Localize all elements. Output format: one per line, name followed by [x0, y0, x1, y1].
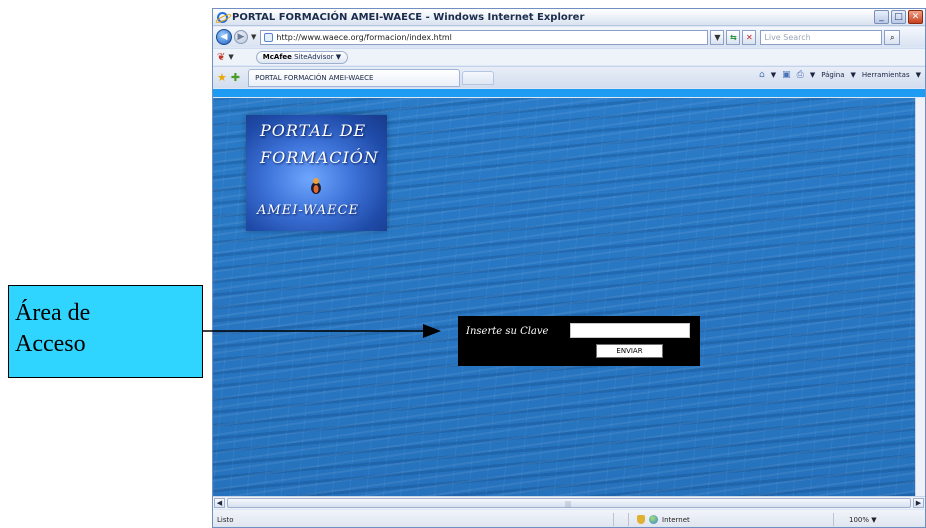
- favorites-star-icon[interactable]: ★: [217, 71, 227, 84]
- status-divider: [613, 513, 614, 526]
- send-button[interactable]: ENVIAR: [596, 344, 663, 358]
- shield-icon: [637, 515, 645, 524]
- status-text: Listo: [217, 516, 234, 524]
- login-box: Inserte su Clave ENVIAR: [458, 316, 700, 366]
- addon-dropdown[interactable]: ▼: [228, 53, 233, 61]
- page-content: PORTAL DE FORMACIÓN AMEI-WAECE Inserte s…: [213, 98, 915, 496]
- address-dropdown-button[interactable]: ▼: [710, 29, 725, 45]
- callout-box: Área de Acceso: [8, 285, 203, 378]
- chevron-down-icon[interactable]: ▼: [771, 71, 776, 79]
- recent-pages-dropdown[interactable]: ▼: [251, 33, 256, 41]
- security-zone[interactable]: Internet: [637, 515, 690, 524]
- address-bar[interactable]: http://www.waece.org/formacion/index.htm…: [260, 29, 709, 45]
- chevron-down-icon[interactable]: ▼: [916, 71, 921, 79]
- window-controls: _ □ ✕: [874, 10, 923, 24]
- home-page-icon[interactable]: ❦: [217, 52, 225, 63]
- zoom-level[interactable]: 100% ▼: [849, 516, 877, 524]
- add-favorites-icon[interactable]: ✚: [231, 71, 240, 84]
- back-button[interactable]: ◀: [216, 29, 232, 45]
- callout-line-1: Área de: [15, 300, 91, 326]
- internet-explorer-icon: [217, 11, 228, 23]
- home-icon[interactable]: ⌂: [759, 70, 765, 80]
- close-button[interactable]: ✕: [908, 10, 923, 24]
- addon-toolbar: ❦ ▼ McAfee SiteAdvisor ▼: [213, 48, 925, 65]
- window-title: PORTAL FORMACIÓN AMEI-WAECE - Windows In…: [232, 11, 585, 23]
- scrollbar-thumb[interactable]: |||: [227, 498, 911, 508]
- scrollbar-grip: |||: [565, 501, 572, 508]
- search-icon[interactable]: ⌕: [884, 29, 901, 45]
- chevron-down-icon: ▼: [335, 52, 342, 61]
- zoom-value: 100%: [849, 516, 870, 524]
- page-icon: [264, 32, 274, 42]
- page-menu[interactable]: Página: [821, 71, 844, 79]
- mcafee-product: SiteAdvisor: [294, 52, 334, 61]
- vertical-scrollbar[interactable]: [915, 98, 925, 496]
- page-top-strip: [213, 89, 925, 97]
- command-bar: ⌂ ▼ ▣ ⎙ ▼ Página ▼ Herramientas ▼: [759, 70, 921, 80]
- minimize-button[interactable]: _: [874, 10, 889, 24]
- title-bar[interactable]: PORTAL FORMACIÓN AMEI-WAECE - Windows In…: [213, 9, 925, 26]
- logo-line-2: FORMACIÓN: [260, 148, 379, 167]
- scroll-right-arrow-icon[interactable]: ▶: [913, 498, 924, 508]
- portal-logo: PORTAL DE FORMACIÓN AMEI-WAECE: [246, 115, 387, 231]
- new-tab-button[interactable]: [462, 70, 495, 85]
- logo-line-1: PORTAL DE: [260, 121, 367, 140]
- stop-button[interactable]: ✕: [742, 29, 757, 45]
- logo-line-3: AMEI-WAECE: [257, 203, 360, 218]
- scroll-left-arrow-icon[interactable]: ◀: [214, 498, 225, 508]
- mcafee-siteadvisor-button[interactable]: McAfee SiteAdvisor ▼: [255, 50, 349, 64]
- callout-line-2: Acceso: [15, 331, 86, 357]
- chevron-down-icon: ▼: [871, 516, 877, 524]
- tab-portal-formacion[interactable]: PORTAL FORMACIÓN AMEI-WAECE: [248, 68, 461, 87]
- refresh-button[interactable]: ⇆: [726, 29, 741, 45]
- key-label: Inserte su Clave: [466, 326, 549, 337]
- feeds-icon[interactable]: ▣: [782, 70, 791, 80]
- status-divider: [833, 513, 834, 526]
- print-icon[interactable]: ⎙: [797, 70, 804, 80]
- navigation-bar: ◀ ▶ ▼ http://www.waece.org/formacion/ind…: [213, 27, 925, 47]
- tab-bar: ★ ✚ PORTAL FORMACIÓN AMEI-WAECE ⌂ ▼ ▣ ⎙ …: [213, 66, 925, 88]
- address-text: http://www.waece.org/formacion/index.htm…: [276, 32, 452, 42]
- logo-figure-icon: [311, 178, 321, 194]
- screenshot-stage: PORTAL FORMACIÓN AMEI-WAECE - Windows In…: [0, 0, 926, 528]
- search-input[interactable]: Live Search: [760, 29, 883, 45]
- chevron-down-icon[interactable]: ▼: [810, 71, 815, 79]
- maximize-button[interactable]: □: [891, 10, 906, 24]
- forward-button[interactable]: ▶: [234, 30, 248, 44]
- browser-window: PORTAL FORMACIÓN AMEI-WAECE - Windows In…: [212, 8, 926, 528]
- status-bar: Listo Internet 100% ▼: [213, 510, 925, 527]
- tools-menu[interactable]: Herramientas: [862, 71, 910, 79]
- chevron-down-icon[interactable]: ▼: [851, 71, 856, 79]
- zone-label: Internet: [662, 515, 690, 524]
- status-divider: [628, 513, 629, 526]
- horizontal-scrollbar[interactable]: ◀ ||| ▶: [213, 496, 925, 509]
- key-input[interactable]: [570, 323, 690, 338]
- mcafee-brand: McAfee: [262, 52, 292, 61]
- globe-icon: [649, 515, 658, 524]
